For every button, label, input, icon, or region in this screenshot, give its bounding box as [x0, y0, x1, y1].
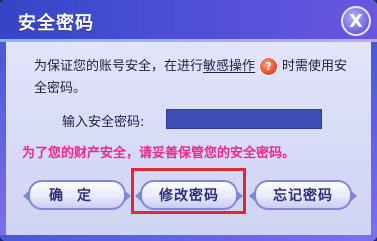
frame-left — [0, 42, 6, 241]
password-input[interactable] — [166, 109, 322, 129]
dialog-title: 安全密码 — [18, 13, 94, 34]
description-text: 为保证您的账号安全，在进行敏感操作? 时需使用安全密码。 — [34, 56, 354, 100]
security-password-dialog: 安全密码 X 为保证您的账号安全，在进行敏感操作? 时需使用安全密码。 输入安全密… — [0, 0, 377, 241]
warning-text: 为了您的财产安全，请妥善保管您的安全密码。 — [22, 146, 296, 161]
close-icon: X — [349, 10, 363, 32]
highlight-box — [131, 168, 246, 214]
frame-bottom — [0, 235, 377, 241]
help-icon[interactable]: ? — [259, 57, 279, 76]
sensitive-operation-link[interactable]: 敏感操作 — [203, 59, 255, 74]
confirm-button[interactable]: 确定 — [23, 180, 131, 210]
password-label: 输入安全密码: — [62, 115, 145, 130]
forgot-password-button[interactable]: 忘记密码 — [249, 180, 357, 210]
description-part1: 为保证您的账号安全，在进行 — [34, 59, 204, 74]
close-button[interactable]: X — [341, 6, 371, 36]
frame-right — [371, 42, 377, 241]
